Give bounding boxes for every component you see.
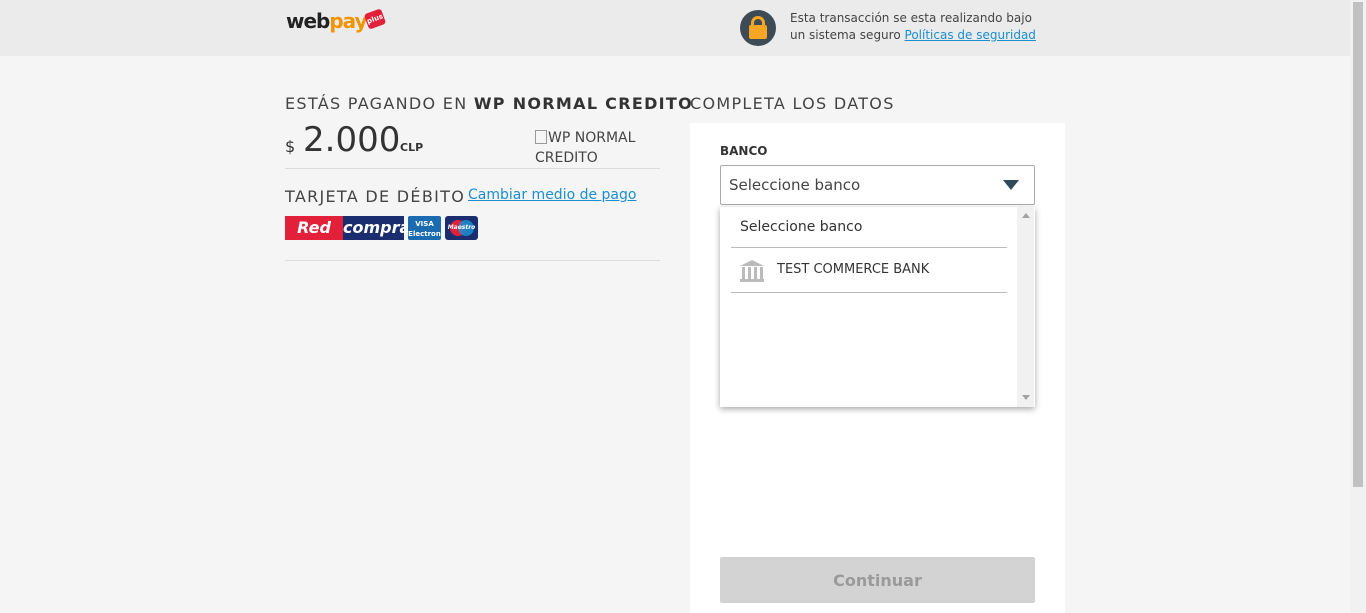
- logo-pay-text: pay: [329, 9, 367, 33]
- page-scrollbar[interactable]: [1350, 0, 1366, 613]
- merchant-name: WP NORMAL CREDITO: [473, 94, 694, 113]
- maestro-text: Maestro: [447, 224, 476, 231]
- broken-image-icon: [535, 130, 547, 144]
- bank-dropdown-list: Seleccione banco TEST COMMERCE BANK: [720, 207, 1035, 407]
- bank-label: BANCO: [720, 144, 768, 158]
- merchant-logo-broken-image: WP NORMAL CREDITO: [535, 128, 655, 168]
- logo-web-text: web: [286, 9, 330, 33]
- currency-code: CLP: [400, 141, 424, 154]
- divider: [285, 168, 660, 169]
- merchant-image-alt: WP NORMAL CREDITO: [535, 130, 636, 166]
- bank-building-icon: [740, 260, 764, 282]
- header: webpay plus Esta transacción se esta rea…: [0, 0, 1350, 56]
- security-notice: Esta transacción se esta realizando bajo…: [790, 10, 1050, 44]
- redcompra-logo: Red compra: [285, 216, 411, 240]
- continue-button[interactable]: Continuar: [720, 557, 1035, 603]
- bank-select-value: Seleccione banco: [729, 176, 861, 194]
- change-payment-method-link[interactable]: Cambiar medio de pago: [468, 187, 636, 203]
- scroll-up-arrow-icon[interactable]: [1022, 213, 1030, 218]
- scroll-down-arrow-icon[interactable]: [1022, 395, 1030, 400]
- card-type-label: TARJETA DE DÉBITO: [285, 187, 466, 206]
- paying-at-heading: ESTÁS PAGANDO EN WP NORMAL CREDITO: [285, 94, 693, 113]
- chevron-down-icon[interactable]: [1003, 180, 1019, 190]
- webpay-plus-logo: webpay plus: [286, 8, 387, 39]
- divider: [285, 260, 660, 261]
- bank-option-label: TEST COMMERCE BANK: [777, 262, 930, 277]
- bank-select[interactable]: Seleccione banco: [720, 165, 1035, 205]
- page-scrollbar-thumb[interactable]: [1353, 2, 1363, 487]
- maestro-logo: Maestro: [445, 216, 478, 240]
- form-title: COMPLETA LOS DATOS: [690, 94, 895, 113]
- lock-icon: [740, 10, 776, 46]
- redcompra-red-text: Red: [285, 216, 343, 240]
- redcompra-compra-text: compra: [343, 218, 411, 237]
- logo-plus-badge: plus: [363, 8, 387, 30]
- security-policy-link[interactable]: Políticas de seguridad: [905, 28, 1036, 42]
- option-divider: [731, 292, 1007, 293]
- amount-value: 2.000: [303, 120, 401, 160]
- form-panel: BANCO Seleccione banco Seleccione banco …: [690, 123, 1065, 613]
- bank-option-placeholder[interactable]: Seleccione banco: [740, 219, 862, 235]
- option-divider: [731, 247, 1007, 248]
- visa-electron-logo: VISA Electron: [408, 216, 441, 240]
- dropdown-scrollbar[interactable]: [1017, 207, 1034, 407]
- paying-prefix: ESTÁS PAGANDO EN: [285, 94, 468, 113]
- currency-symbol: $: [285, 137, 296, 156]
- bank-option-test-commerce[interactable]: TEST COMMERCE BANK: [730, 249, 1006, 293]
